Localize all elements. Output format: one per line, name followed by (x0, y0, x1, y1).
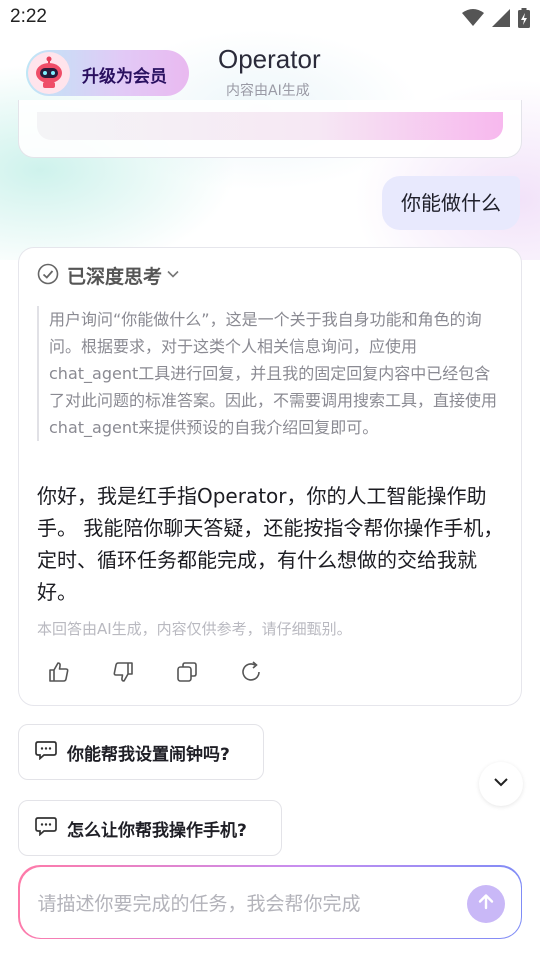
copy-icon[interactable] (175, 660, 199, 684)
robot-mascot-icon (28, 52, 70, 94)
task-input[interactable] (37, 888, 438, 919)
answer-actions (47, 660, 263, 684)
upgrade-vip-button[interactable]: 升级为会员 (26, 50, 189, 96)
arrow-up-icon (476, 892, 496, 916)
thinking-toggle[interactable]: 已深度思考 (37, 262, 180, 289)
chevron-down-icon (492, 773, 510, 795)
user-message-bubble: 你能做什么 (382, 176, 520, 230)
thumbs-down-icon[interactable] (111, 660, 135, 684)
app-subtitle: 内容由AI生成 (226, 83, 310, 99)
chat-bubble-icon (35, 740, 57, 764)
ai-disclaimer: 本回答由AI生成，内容仅供参考，请仔细甄别。 (37, 620, 352, 638)
chat-bubble-icon (35, 816, 57, 840)
scroll-to-bottom-button[interactable] (479, 762, 523, 806)
answer-text: 你好，我是红手指Operator，你的人工智能操作助手。 我能陪你聊天答疑，还能… (37, 484, 504, 604)
previous-card-banner (37, 112, 503, 140)
suggestion-chip[interactable]: 怎么让你帮我操作手机? (18, 800, 282, 856)
status-time: 2:22 (10, 6, 47, 27)
signal-icon (492, 9, 510, 31)
upgrade-vip-label: 升级为会员 (82, 67, 167, 87)
battery-charging-icon (518, 8, 530, 32)
suggestion-text: 怎么让你帮我操作手机? (67, 820, 247, 841)
send-button[interactable] (466, 884, 505, 923)
suggestion-chip[interactable]: 你能帮我设置闹钟吗? (18, 724, 264, 780)
wifi-icon (462, 9, 484, 31)
check-circle-icon (37, 263, 59, 289)
chevron-down-icon (166, 266, 180, 285)
thumbs-up-icon[interactable] (47, 660, 71, 684)
task-input-container (18, 865, 522, 939)
suggestion-text: 你能帮我设置闹钟吗? (67, 744, 230, 765)
regenerate-icon[interactable] (239, 660, 263, 684)
status-bar: 2:22 (0, 0, 540, 36)
thinking-title: 已深度思考 (67, 266, 163, 288)
assistant-answer-card: 已深度思考 用户询问“你能做什么”，这是一个关于我自身功能和角色的询问。根据要求… (18, 247, 522, 706)
thinking-content: 用户询问“你能做什么”，这是一个关于我自身功能和角色的询问。根据要求，对于这类个… (37, 306, 503, 441)
app-title: Operator (218, 44, 321, 74)
previous-message-card (18, 100, 522, 158)
